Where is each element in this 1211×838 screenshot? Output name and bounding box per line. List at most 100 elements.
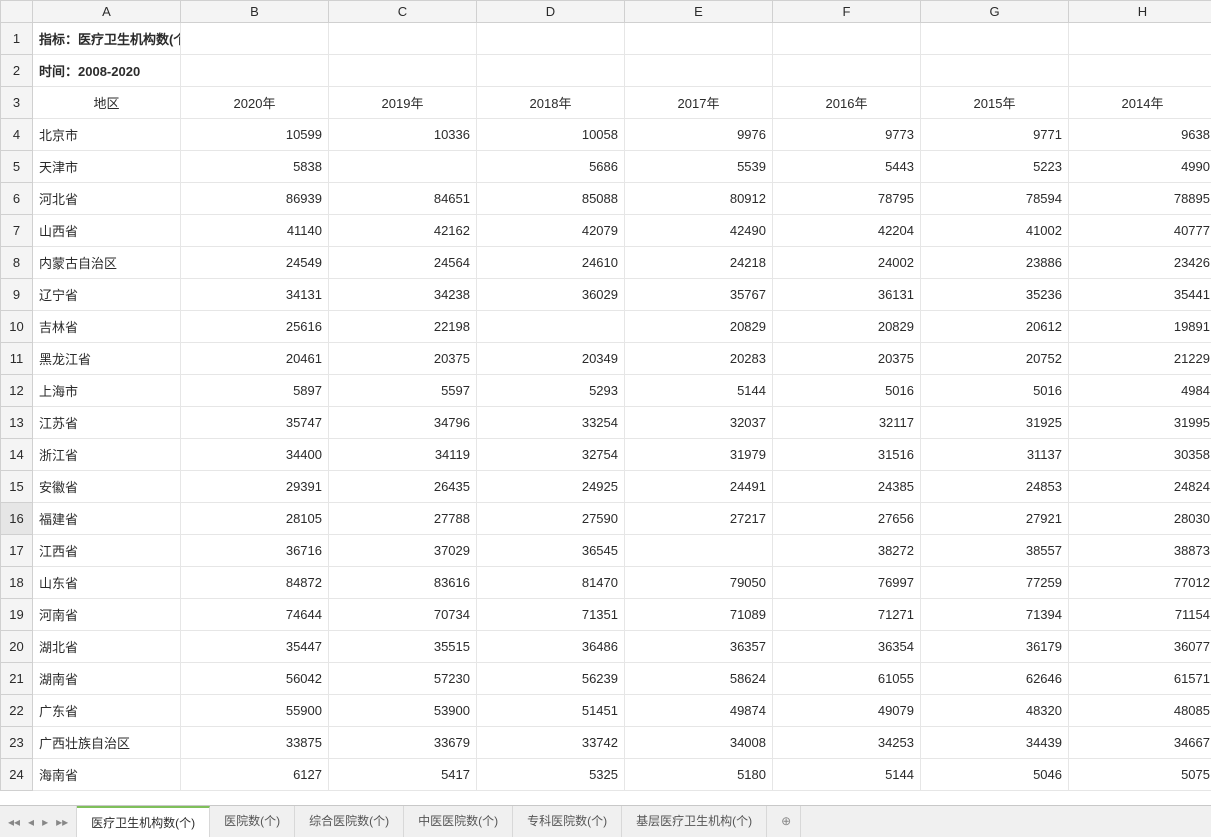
row-header-5[interactable]: 5 bbox=[1, 151, 33, 183]
value-cell[interactable]: 74644 bbox=[181, 599, 329, 631]
region-cell[interactable]: 广西壮族自治区 bbox=[33, 727, 181, 759]
header-year[interactable]: 2015年 bbox=[921, 87, 1069, 119]
cell-empty[interactable] bbox=[1069, 55, 1211, 87]
tab-nav-last-icon[interactable]: ▸▸ bbox=[54, 815, 70, 829]
sheet-tab[interactable]: 中医医院数(个) bbox=[404, 806, 513, 837]
value-cell[interactable]: 23886 bbox=[921, 247, 1069, 279]
value-cell[interactable]: 71394 bbox=[921, 599, 1069, 631]
value-cell[interactable]: 32037 bbox=[625, 407, 773, 439]
value-cell[interactable]: 10336 bbox=[329, 119, 477, 151]
value-cell[interactable]: 78795 bbox=[773, 183, 921, 215]
column-header-C[interactable]: C bbox=[329, 1, 477, 23]
value-cell[interactable]: 36354 bbox=[773, 631, 921, 663]
value-cell[interactable]: 5180 bbox=[625, 759, 773, 791]
value-cell[interactable]: 77012 bbox=[1069, 567, 1211, 599]
value-cell[interactable]: 20349 bbox=[477, 343, 625, 375]
row-header-15[interactable]: 15 bbox=[1, 471, 33, 503]
value-cell[interactable]: 38272 bbox=[773, 535, 921, 567]
value-cell[interactable]: 27788 bbox=[329, 503, 477, 535]
header-year[interactable]: 2020年 bbox=[181, 87, 329, 119]
value-cell[interactable]: 34439 bbox=[921, 727, 1069, 759]
value-cell[interactable]: 83616 bbox=[329, 567, 477, 599]
cell-empty[interactable] bbox=[625, 55, 773, 87]
row-header-19[interactable]: 19 bbox=[1, 599, 33, 631]
spreadsheet-grid[interactable]: ABCDEFGH 1指标：医疗卫生机构数(个)2时间：2008-20203地区2… bbox=[0, 0, 1211, 805]
value-cell[interactable]: 81470 bbox=[477, 567, 625, 599]
value-cell[interactable]: 33254 bbox=[477, 407, 625, 439]
value-cell[interactable]: 84651 bbox=[329, 183, 477, 215]
value-cell[interactable]: 24218 bbox=[625, 247, 773, 279]
value-cell[interactable]: 24853 bbox=[921, 471, 1069, 503]
value-cell[interactable]: 36029 bbox=[477, 279, 625, 311]
value-cell[interactable]: 36545 bbox=[477, 535, 625, 567]
value-cell[interactable]: 53900 bbox=[329, 695, 477, 727]
value-cell[interactable]: 33679 bbox=[329, 727, 477, 759]
value-cell[interactable]: 5144 bbox=[773, 759, 921, 791]
sheet-tab[interactable]: 专科医院数(个) bbox=[513, 806, 622, 837]
row-header-7[interactable]: 7 bbox=[1, 215, 33, 247]
sheet-tab[interactable]: 综合医院数(个) bbox=[295, 806, 404, 837]
cell-empty[interactable] bbox=[477, 23, 625, 55]
region-cell[interactable]: 河北省 bbox=[33, 183, 181, 215]
value-cell[interactable]: 9771 bbox=[921, 119, 1069, 151]
column-header-G[interactable]: G bbox=[921, 1, 1069, 23]
value-cell[interactable]: 40777 bbox=[1069, 215, 1211, 247]
row-header-8[interactable]: 8 bbox=[1, 247, 33, 279]
value-cell[interactable]: 5325 bbox=[477, 759, 625, 791]
value-cell[interactable]: 71351 bbox=[477, 599, 625, 631]
row-header-14[interactable]: 14 bbox=[1, 439, 33, 471]
value-cell[interactable]: 41002 bbox=[921, 215, 1069, 247]
value-cell[interactable]: 31925 bbox=[921, 407, 1069, 439]
value-cell[interactable]: 30358 bbox=[1069, 439, 1211, 471]
region-cell[interactable]: 河南省 bbox=[33, 599, 181, 631]
value-cell[interactable]: 5016 bbox=[921, 375, 1069, 407]
column-header-E[interactable]: E bbox=[625, 1, 773, 23]
value-cell[interactable]: 35515 bbox=[329, 631, 477, 663]
region-cell[interactable]: 山东省 bbox=[33, 567, 181, 599]
value-cell[interactable]: 35767 bbox=[625, 279, 773, 311]
row-header-4[interactable]: 4 bbox=[1, 119, 33, 151]
value-cell[interactable]: 24385 bbox=[773, 471, 921, 503]
value-cell[interactable]: 48085 bbox=[1069, 695, 1211, 727]
value-cell[interactable]: 25616 bbox=[181, 311, 329, 343]
value-cell[interactable]: 71154 bbox=[1069, 599, 1211, 631]
value-cell[interactable]: 48320 bbox=[921, 695, 1069, 727]
column-header-A[interactable]: A bbox=[33, 1, 181, 23]
header-year[interactable]: 2018年 bbox=[477, 87, 625, 119]
value-cell[interactable]: 5293 bbox=[477, 375, 625, 407]
value-cell[interactable]: 61571 bbox=[1069, 663, 1211, 695]
value-cell[interactable]: 49874 bbox=[625, 695, 773, 727]
value-cell[interactable]: 24925 bbox=[477, 471, 625, 503]
value-cell[interactable]: 31979 bbox=[625, 439, 773, 471]
value-cell[interactable]: 34253 bbox=[773, 727, 921, 759]
row-header-12[interactable]: 12 bbox=[1, 375, 33, 407]
value-cell[interactable]: 36077 bbox=[1069, 631, 1211, 663]
region-cell[interactable]: 山西省 bbox=[33, 215, 181, 247]
value-cell[interactable]: 5539 bbox=[625, 151, 773, 183]
value-cell[interactable]: 5686 bbox=[477, 151, 625, 183]
value-cell[interactable]: 49079 bbox=[773, 695, 921, 727]
value-cell[interactable]: 29391 bbox=[181, 471, 329, 503]
add-sheet-icon[interactable]: ⊕ bbox=[767, 806, 801, 837]
tab-nav-first-icon[interactable]: ◂◂ bbox=[6, 815, 22, 829]
value-cell[interactable]: 24549 bbox=[181, 247, 329, 279]
sheet-tab[interactable]: 基层医疗卫生机构(个) bbox=[622, 806, 767, 837]
value-cell[interactable]: 9638 bbox=[1069, 119, 1211, 151]
value-cell[interactable]: 5144 bbox=[625, 375, 773, 407]
row-header-10[interactable]: 10 bbox=[1, 311, 33, 343]
value-cell[interactable]: 36486 bbox=[477, 631, 625, 663]
header-year[interactable]: 2016年 bbox=[773, 87, 921, 119]
value-cell[interactable]: 61055 bbox=[773, 663, 921, 695]
value-cell[interactable]: 56239 bbox=[477, 663, 625, 695]
cell-empty[interactable] bbox=[625, 23, 773, 55]
row-header-24[interactable]: 24 bbox=[1, 759, 33, 791]
value-cell[interactable]: 34796 bbox=[329, 407, 477, 439]
value-cell[interactable]: 19891 bbox=[1069, 311, 1211, 343]
header-year[interactable]: 2017年 bbox=[625, 87, 773, 119]
value-cell[interactable]: 24610 bbox=[477, 247, 625, 279]
region-cell[interactable]: 辽宁省 bbox=[33, 279, 181, 311]
value-cell[interactable]: 33742 bbox=[477, 727, 625, 759]
value-cell[interactable]: 41140 bbox=[181, 215, 329, 247]
value-cell[interactable]: 86939 bbox=[181, 183, 329, 215]
value-cell[interactable]: 32117 bbox=[773, 407, 921, 439]
